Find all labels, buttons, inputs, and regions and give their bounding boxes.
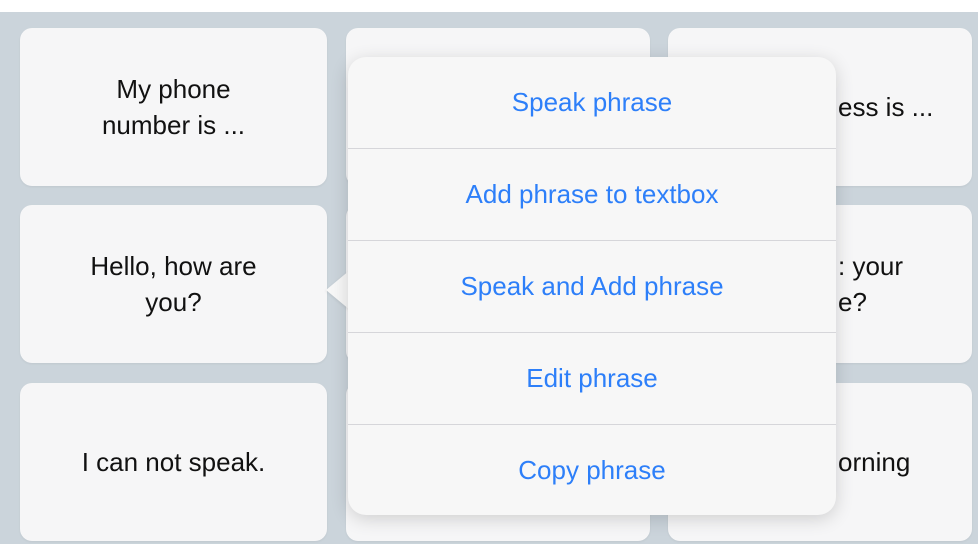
phrase-context-menu: Speak phrase Add phrase to textbox Speak… xyxy=(348,57,836,515)
phrase-tile-label: : your e? xyxy=(838,251,904,317)
edit-phrase-menu-item[interactable]: Edit phrase xyxy=(348,333,836,425)
phrase-tile-label: Hello, how are you? xyxy=(90,251,257,317)
speak-and-add-phrase-menu-item[interactable]: Speak and Add phrase xyxy=(348,241,836,333)
popover-arrow xyxy=(326,270,350,310)
phrase-tile-cannot-speak[interactable]: I can not speak. xyxy=(20,383,327,541)
phrase-tile-label: I can not speak. xyxy=(81,447,266,477)
phrase-tile-label: My phone number is ... xyxy=(101,74,246,140)
phrase-tile-phone-number[interactable]: My phone number is ... xyxy=(20,28,327,186)
speak-phrase-menu-item[interactable]: Speak phrase xyxy=(348,57,836,149)
copy-phrase-menu-item[interactable]: Copy phrase xyxy=(348,425,836,515)
phrase-tile-hello[interactable]: Hello, how are you? xyxy=(20,205,327,363)
phrase-tile-label: ess is ... xyxy=(838,92,934,122)
add-phrase-to-textbox-menu-item[interactable]: Add phrase to textbox xyxy=(348,149,836,241)
phrase-tile-label: orning xyxy=(838,447,911,477)
